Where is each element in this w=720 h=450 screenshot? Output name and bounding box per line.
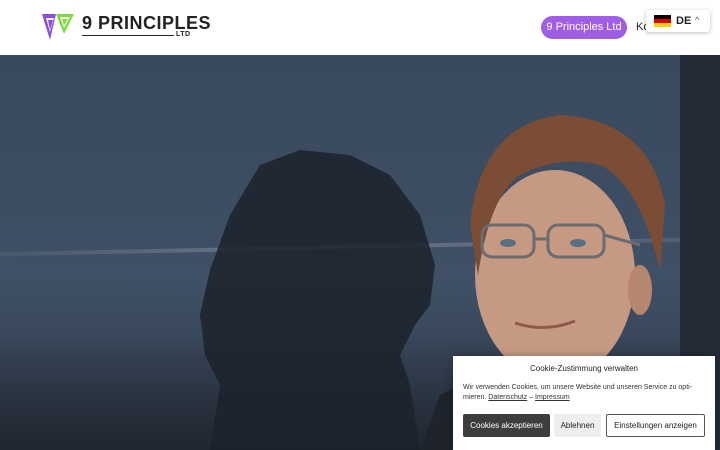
cookie-settings-button[interactable]: Einstellungen anzeigen [606, 414, 705, 437]
deny-cookies-button[interactable]: Ablehnen [554, 414, 601, 437]
cookie-title: Cookie-Zustimmung verwalten [529, 364, 639, 373]
imprint-link[interactable]: Impressum [535, 394, 570, 401]
shadow-silhouette [200, 150, 435, 450]
privacy-link[interactable]: Datenschutz [488, 394, 527, 401]
nav-company-button[interactable]: 9 Principles Ltd [541, 16, 627, 39]
chevron-up-icon: ^ [695, 15, 700, 25]
germany-flag-icon [654, 15, 671, 27]
ear [628, 265, 652, 315]
cookie-consent-dialog: Cookie-Zustimmung verwalten Wir verwende… [453, 356, 715, 450]
cookie-text-block: Wir verwenden Cookies, um unsere Website… [463, 383, 708, 403]
logo-subtext: LTD [176, 31, 191, 38]
face [475, 170, 635, 380]
logo-divider [82, 35, 174, 36]
site-logo[interactable]: 9 PRINCIPLES LTD [42, 12, 211, 42]
language-switcher[interactable]: DE ^ [646, 10, 710, 32]
eye-right [570, 239, 586, 247]
site-header: 9 PRINCIPLES LTD 9 Principles Ltd Ko DE … [0, 0, 720, 55]
accept-cookies-button[interactable]: Cookies akzeptieren [463, 414, 550, 437]
language-label: DE [676, 15, 692, 27]
eye-left [500, 239, 516, 247]
link-separator: – [529, 394, 534, 401]
logo-mark-icon [42, 14, 74, 40]
logo-text: 9 PRINCIPLES [82, 13, 212, 33]
